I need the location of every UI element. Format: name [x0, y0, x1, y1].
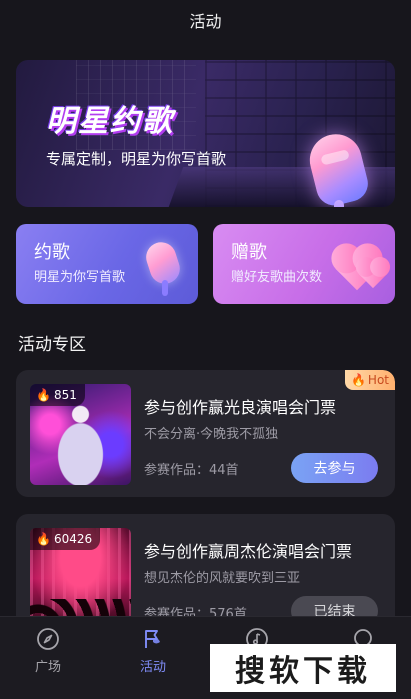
activity-description: 不会分离·今晚我不孤独 — [144, 427, 279, 442]
activity-card[interactable]: 🔥 851 🔥 Hot 参与创作赢光良演唱会门票 不会分离·今晚我不孤独 参赛作… — [16, 370, 395, 497]
popularity-badge: 🔥 60426 — [30, 528, 101, 550]
hot-badge-label: Hot — [367, 373, 389, 387]
join-button[interactable]: 去参与 — [291, 453, 378, 483]
feature-card-title: 约歌 — [34, 242, 70, 263]
header: 活动 — [0, 0, 411, 40]
popularity-badge: 🔥 851 — [30, 384, 85, 406]
fire-icon: 🔥 — [350, 373, 366, 387]
feature-card-zengge[interactable]: 赠歌 赠好友歌曲次数 — [213, 224, 395, 304]
microphone-stand-icon — [162, 280, 168, 296]
watermark: 搜软下载 — [210, 644, 396, 692]
activity-description: 想见杰伦的风就要吹到三亚 — [144, 571, 301, 586]
fire-icon: 🔥 — [36, 532, 51, 546]
feature-card-yuege[interactable]: 约歌 明星为你写首歌 — [16, 224, 198, 304]
page-title: 活动 — [189, 12, 222, 31]
feature-card-title: 赠歌 — [231, 242, 267, 263]
nav-label: 活动 — [139, 660, 166, 675]
feature-card-subtitle: 赠好友歌曲次数 — [231, 270, 323, 285]
banner-title: 明星约歌 — [46, 104, 174, 139]
nav-item-activity[interactable]: 活动 — [113, 617, 193, 687]
popularity-count: 851 — [53, 388, 77, 402]
feature-card-subtitle: 明星为你写首歌 — [34, 270, 126, 285]
popularity-count: 60426 — [53, 532, 93, 546]
activity-entry-count: 参赛作品：44首 — [144, 463, 239, 478]
nav-item-square[interactable]: 广场 — [8, 617, 88, 687]
hot-badge: 🔥 Hot — [344, 370, 395, 390]
fire-icon: 🔥 — [36, 388, 51, 402]
banner-carousel[interactable]: 明星约歌 专属定制，明星为你写首歌 ♪ ✦ — [16, 60, 395, 207]
compass-icon — [37, 628, 59, 650]
nav-label: 广场 — [34, 660, 61, 675]
flag-icon — [145, 630, 160, 648]
activity-title: 参与创作赢周杰伦演唱会门票 — [144, 542, 353, 561]
activity-title: 参与创作赢光良演唱会门票 — [144, 398, 337, 417]
section-title: 活动专区 — [18, 335, 86, 355]
banner-subtitle: 专属定制，明星为你写首歌 — [46, 150, 227, 168]
microphone-stand — [334, 200, 344, 207]
